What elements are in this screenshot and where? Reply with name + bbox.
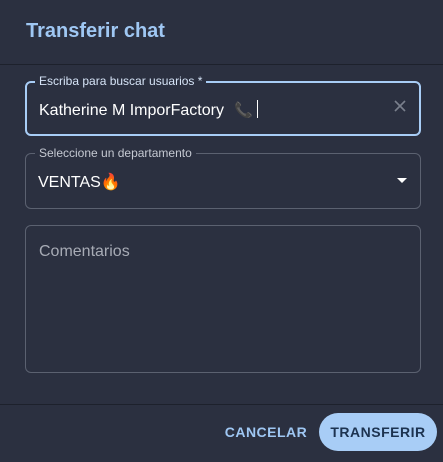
comments-textarea[interactable]: Comentarios — [25, 225, 421, 373]
comments-placeholder: Comentarios — [39, 243, 130, 260]
user-search-input[interactable]: Katherine M ImporFactory 📞 — [39, 100, 258, 120]
dialog-title: Transferir chat — [26, 20, 165, 42]
cancel-button[interactable]: CANCELAR — [220, 414, 312, 450]
user-search-field[interactable]: Escriba para buscar usuarios * Katherine… — [25, 74, 421, 136]
transfer-button[interactable]: TRANSFERIR — [319, 413, 437, 451]
user-search-value: Katherine M ImporFactory — [39, 102, 224, 119]
text-cursor — [256, 100, 258, 118]
department-label: Seleccione un departamento — [35, 146, 196, 160]
phone-icon: 📞 — [233, 102, 253, 119]
department-select[interactable]: Seleccione un departamento VENTAS🔥 — [25, 146, 421, 209]
transfer-chat-dialog: Transferir chat Escriba para buscar usua… — [0, 0, 443, 462]
header-divider — [0, 64, 443, 65]
footer-divider — [0, 404, 443, 405]
close-icon[interactable] — [393, 99, 407, 113]
user-search-label: Escriba para buscar usuarios * — [35, 74, 207, 88]
caret-down-icon[interactable] — [397, 178, 407, 183]
department-selected-value: VENTAS🔥 — [38, 174, 121, 191]
